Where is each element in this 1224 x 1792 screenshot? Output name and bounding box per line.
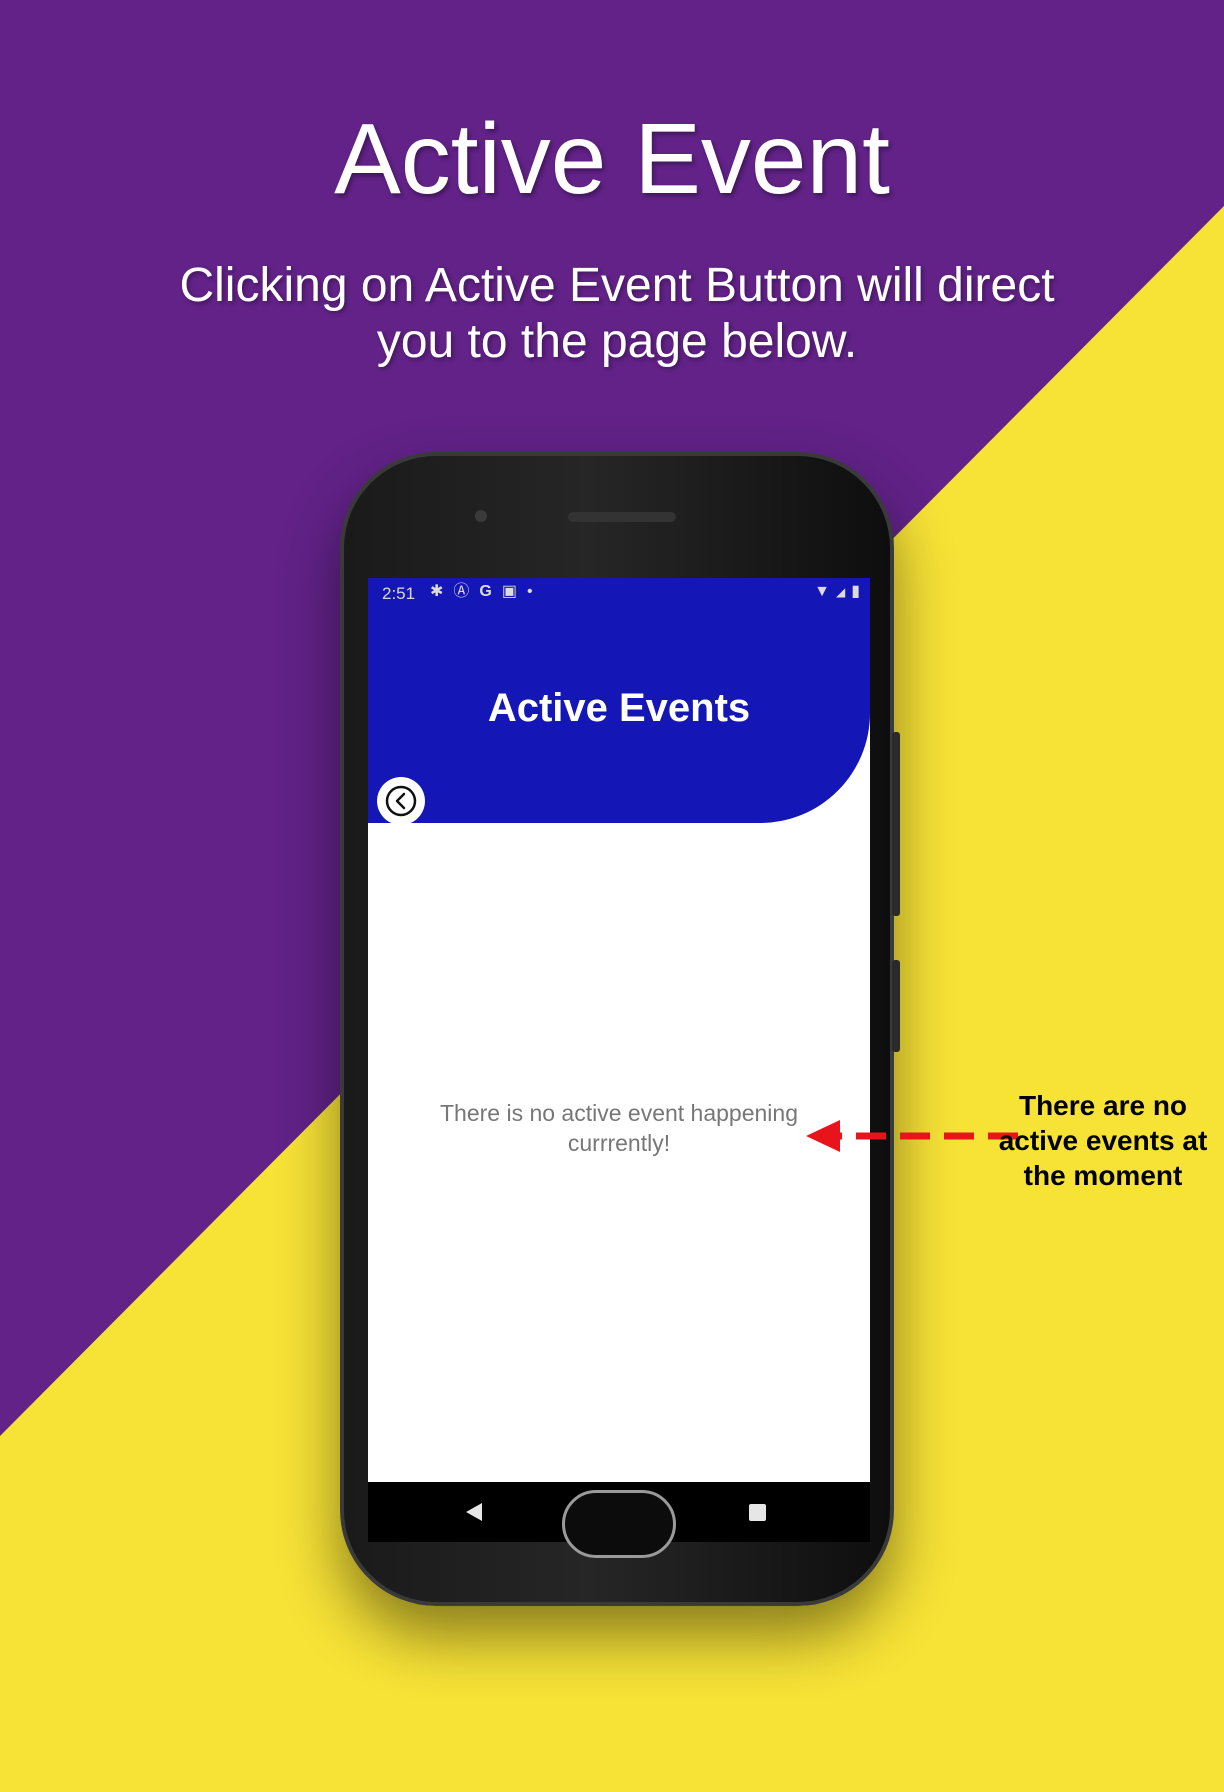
nav-recents-square-icon[interactable] [748, 1503, 767, 1522]
phone-volume-button [892, 732, 900, 916]
battery-icon: ▮ [851, 583, 860, 600]
page-description: Clicking on Active Event Button will dir… [179, 259, 1055, 368]
phone-frame: Active Events 2:51 ✱ Ⓐ G ▣ • ▼ ◢ ▮ There… [340, 452, 900, 1606]
app-title: Active Events [487, 686, 751, 730]
google-icon: G [479, 583, 492, 600]
page-headline: Active Event [334, 103, 890, 215]
wifi-icon: ▼ [814, 583, 830, 600]
status-bar: 2:51 ✱ Ⓐ G ▣ • ▼ ◢ ▮ [368, 578, 870, 608]
callout-text: There are no active events at the moment [998, 1090, 1208, 1191]
earpiece-speaker [568, 512, 676, 522]
signal-icon: ◢ [835, 585, 846, 599]
nav-back-triangle-icon[interactable] [464, 1502, 484, 1522]
phone-power-button [892, 960, 900, 1052]
empty-state-message: There is no active event happening currr… [439, 1100, 799, 1156]
image-icon: ▣ [501, 583, 517, 600]
app-header: Active Events [368, 578, 870, 825]
phone-screen: Active Events 2:51 ✱ Ⓐ G ▣ • ▼ ◢ ▮ There… [368, 578, 870, 1482]
a-circle-icon: Ⓐ [453, 583, 470, 600]
status-time: 2:51 [382, 584, 416, 603]
callout-arrow [806, 1120, 1018, 1152]
hardware-home-button[interactable] [562, 1490, 676, 1558]
front-camera [475, 510, 487, 522]
back-button[interactable] [377, 777, 425, 825]
dot-icon: • [527, 583, 533, 600]
chevron-left-circle-icon [385, 785, 417, 817]
settings-icon: ✱ [430, 583, 444, 600]
